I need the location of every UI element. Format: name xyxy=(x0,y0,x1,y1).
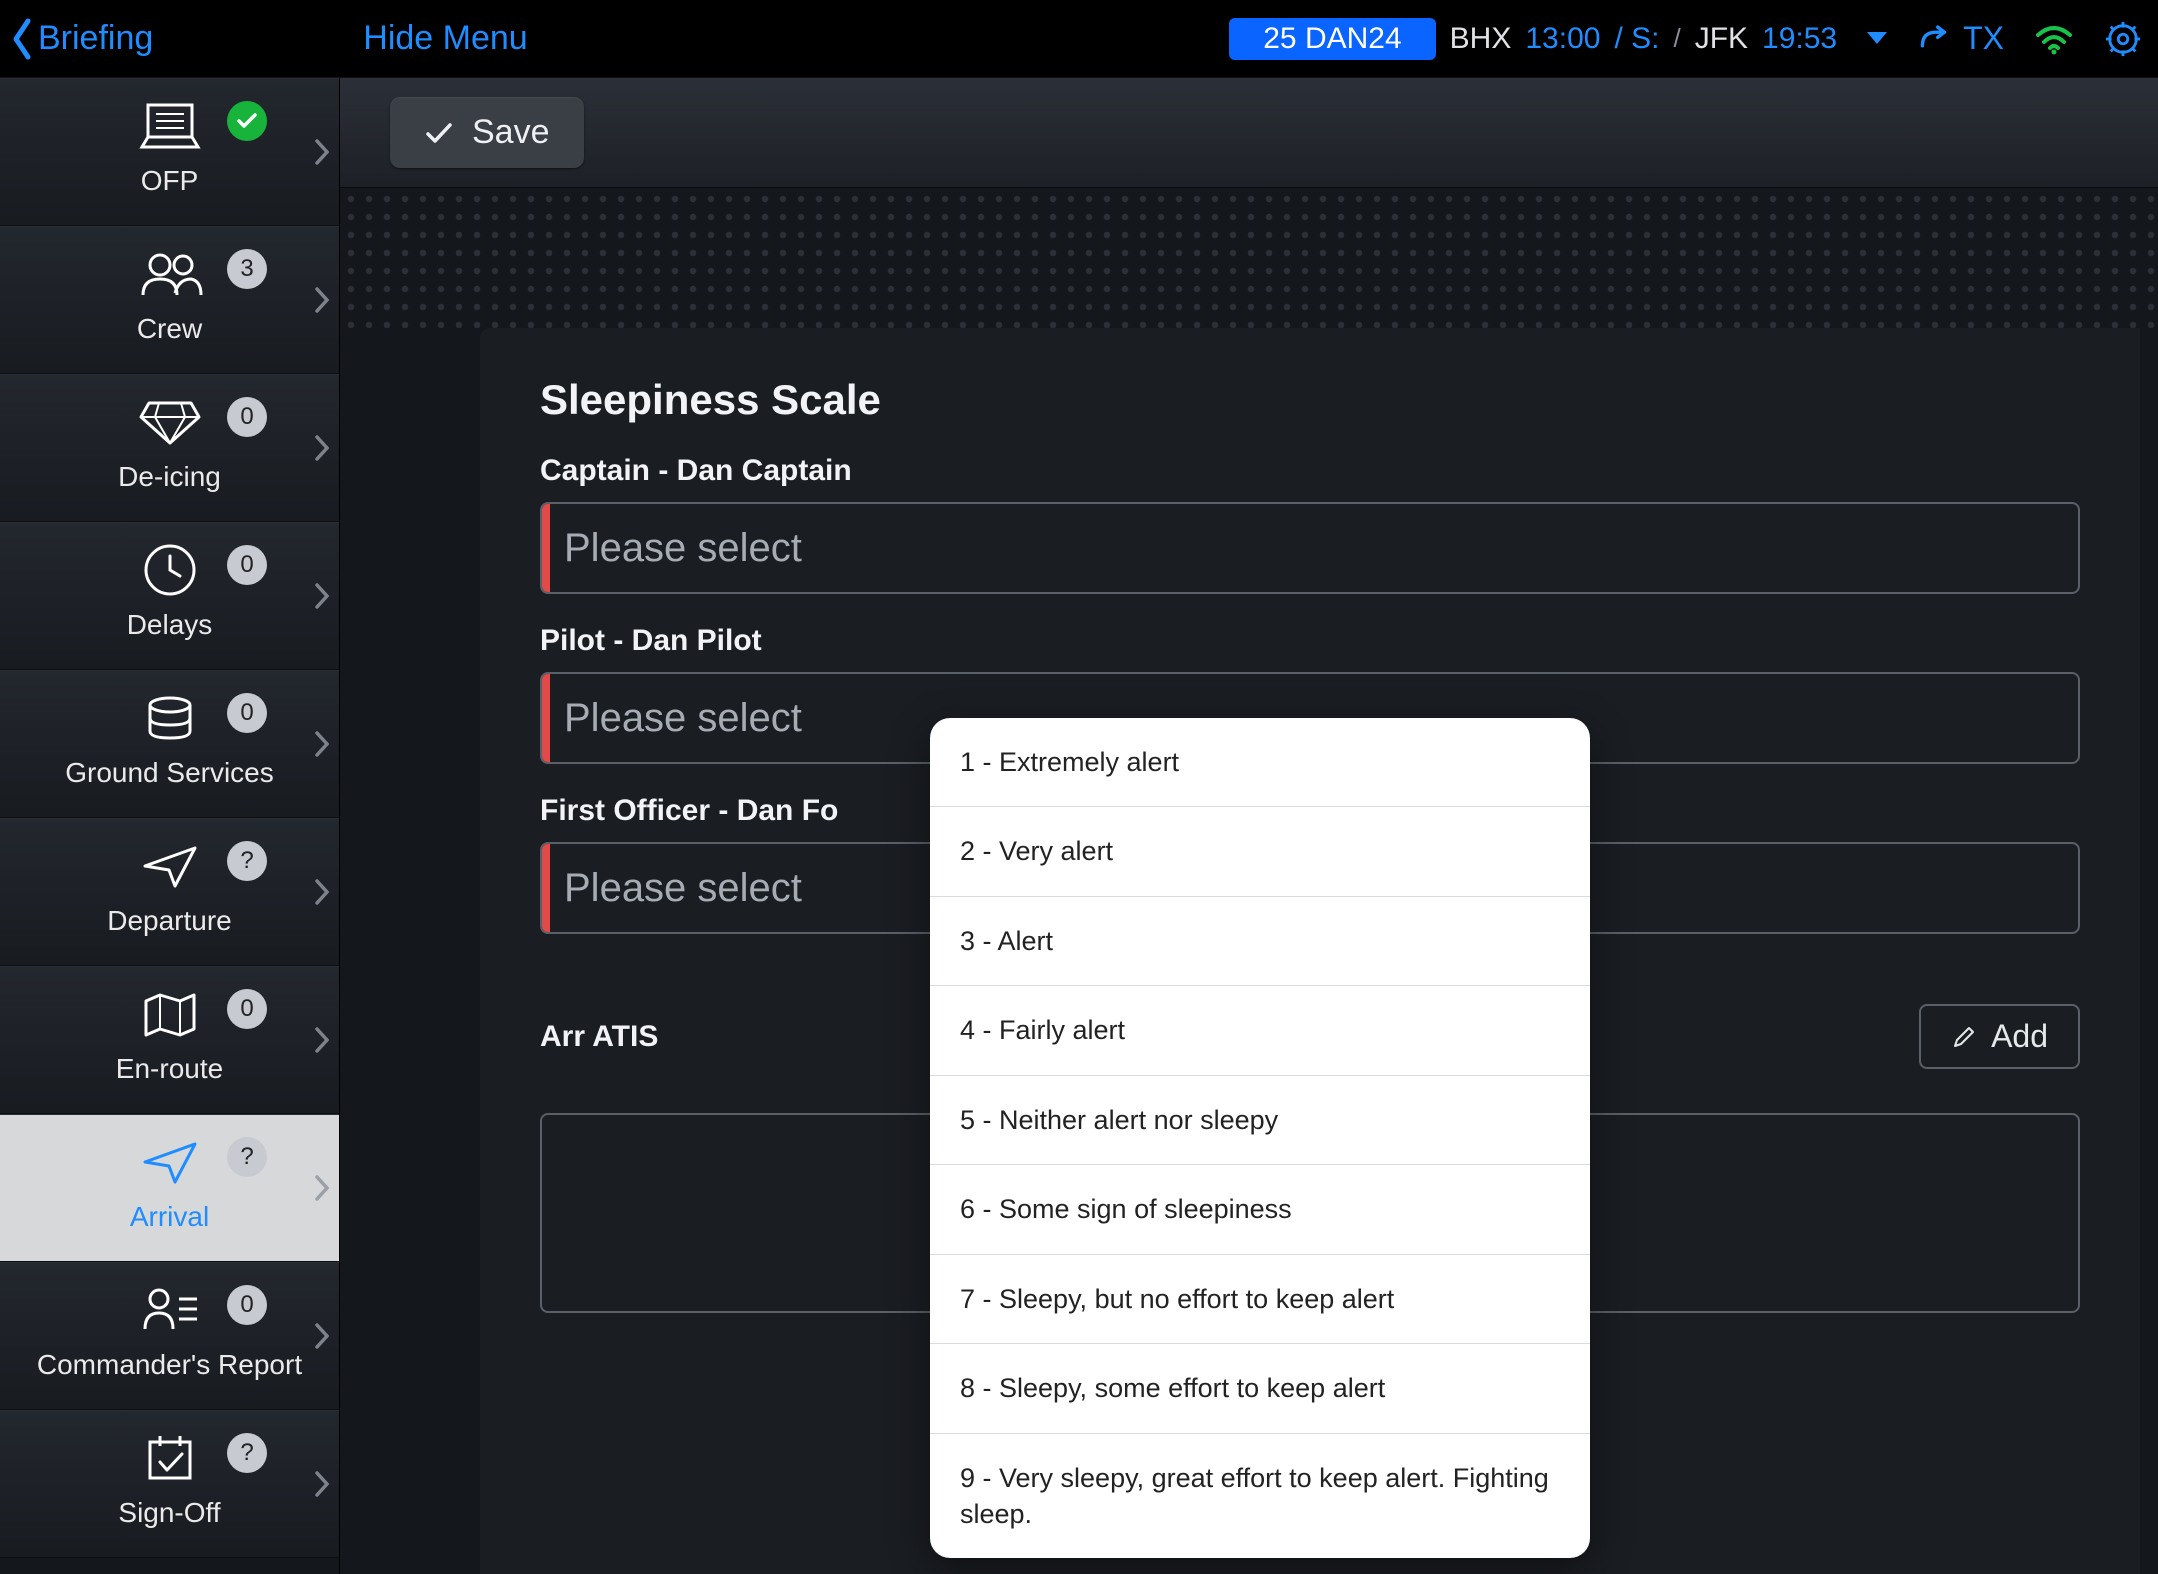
chevron-right-icon xyxy=(313,285,331,315)
decorative-dots xyxy=(340,188,2158,328)
wifi-icon xyxy=(2034,23,2074,55)
count-badge: ? xyxy=(227,841,267,881)
diamond-icon xyxy=(137,393,203,451)
map-icon xyxy=(140,985,200,1043)
dropdown-option[interactable]: 9 - Very sleepy, great effort to keep al… xyxy=(930,1434,1590,1559)
sidebar-item-ground-services[interactable]: Ground Services 0 xyxy=(0,670,339,818)
app-header: Briefing Hide Menu 25 DAN24 BHX 13:00 / … xyxy=(0,0,2158,78)
captain-label: Captain - Dan Captain xyxy=(540,454,2080,488)
hide-menu-button[interactable]: Hide Menu xyxy=(363,19,527,58)
sidebar-item-label: Delays xyxy=(127,609,213,641)
sidebar-item-commanders-report[interactable]: Commander's Report 0 xyxy=(0,1262,339,1410)
sidebar-item-ofp[interactable]: OFP xyxy=(0,78,339,226)
pilot-label: Pilot - Dan Pilot xyxy=(540,624,2080,658)
status-badge xyxy=(227,101,267,141)
chevron-right-icon xyxy=(313,877,331,907)
chevron-right-icon xyxy=(313,137,331,167)
count-badge: 0 xyxy=(227,989,267,1029)
select-value: Please select xyxy=(564,696,802,741)
arr-time: 19:53 xyxy=(1762,22,1837,56)
sleepiness-dropdown: 1 - Extremely alert 2 - Very alert 3 - A… xyxy=(930,718,1590,1558)
chevron-right-icon xyxy=(313,1321,331,1351)
select-value: Please select xyxy=(564,866,802,911)
sidebar-item-label: Commander's Report xyxy=(37,1349,302,1381)
sidebar-item-label: Departure xyxy=(107,905,232,937)
send-icon xyxy=(141,837,199,895)
atis-label: Arr ATIS xyxy=(540,1020,658,1054)
chevron-right-icon xyxy=(313,433,331,463)
save-button[interactable]: Save xyxy=(390,97,584,168)
count-badge: 0 xyxy=(227,693,267,733)
chevron-right-icon xyxy=(313,1173,331,1203)
sidebar-item-label: Arrival xyxy=(130,1201,209,1233)
back-label: Briefing xyxy=(38,19,153,58)
count-badge: 0 xyxy=(227,545,267,585)
dropdown-option[interactable]: 3 - Alert xyxy=(930,897,1590,986)
dropdown-option[interactable]: 1 - Extremely alert xyxy=(930,718,1590,807)
dropdown-option[interactable]: 4 - Fairly alert xyxy=(930,986,1590,1075)
chevron-right-icon xyxy=(313,1025,331,1055)
tx-label: TX xyxy=(1963,20,2004,57)
sidebar-item-arrival[interactable]: Arrival ? xyxy=(0,1114,339,1262)
sidebar-item-delays[interactable]: Delays 0 xyxy=(0,522,339,670)
panel-heading: Sleepiness Scale xyxy=(540,376,2080,424)
dropdown-option[interactable]: 2 - Very alert xyxy=(930,807,1590,896)
report-icon xyxy=(139,1281,201,1339)
dropdown-option[interactable]: 8 - Sleepy, some effort to keep alert xyxy=(930,1344,1590,1433)
dropdown-option[interactable]: 6 - Some sign of sleepiness xyxy=(930,1165,1590,1254)
header-icons: TX xyxy=(1865,20,2142,58)
share-icon xyxy=(1919,24,1953,54)
send-icon xyxy=(141,1133,199,1191)
ofp-icon xyxy=(138,97,202,155)
save-label: Save xyxy=(472,113,550,152)
select-value: Please select xyxy=(564,526,802,571)
tx-button[interactable]: TX xyxy=(1919,20,2004,57)
chevron-right-icon xyxy=(313,581,331,611)
gear-icon[interactable] xyxy=(2104,20,2142,58)
pencil-icon xyxy=(1951,1024,1977,1050)
caret-down-icon[interactable] xyxy=(1865,30,1889,48)
captain-select[interactable]: Please select xyxy=(540,502,2080,594)
add-label: Add xyxy=(1991,1018,2048,1055)
count-badge: 0 xyxy=(227,1285,267,1325)
flight-id-pill[interactable]: 25 DAN24 xyxy=(1229,18,1435,60)
signoff-icon xyxy=(142,1429,198,1487)
check-icon xyxy=(424,120,454,146)
chevron-right-icon xyxy=(313,729,331,759)
back-button[interactable]: Briefing xyxy=(8,17,153,61)
chevron-left-icon xyxy=(8,17,36,61)
dep-airport: BHX xyxy=(1450,22,1512,56)
chevron-right-icon xyxy=(313,1469,331,1499)
toolbar: Save xyxy=(340,78,2158,188)
dropdown-option[interactable]: 5 - Neither alert nor sleepy xyxy=(930,1076,1590,1165)
add-button[interactable]: Add xyxy=(1919,1004,2080,1069)
sidebar-item-label: En-route xyxy=(116,1053,223,1085)
sidebar-item-label: Ground Services xyxy=(65,757,274,789)
sidebar-item-deicing[interactable]: De-icing 0 xyxy=(0,374,339,522)
sidebar: OFP Crew 3 De-icing 0 De xyxy=(0,78,340,1574)
dep-extra: / S: xyxy=(1614,22,1659,56)
crew-icon xyxy=(135,245,205,303)
count-badge: 3 xyxy=(227,249,267,289)
count-badge: 0 xyxy=(227,397,267,437)
count-badge: ? xyxy=(227,1433,267,1473)
sidebar-item-enroute[interactable]: En-route 0 xyxy=(0,966,339,1114)
dropdown-option[interactable]: 7 - Sleepy, but no effort to keep alert xyxy=(930,1255,1590,1344)
count-badge: ? xyxy=(227,1137,267,1177)
sidebar-item-signoff[interactable]: Sign-Off ? xyxy=(0,1410,339,1558)
dep-time: 13:00 xyxy=(1525,22,1600,56)
sidebar-item-departure[interactable]: Departure ? xyxy=(0,818,339,966)
stack-icon xyxy=(142,689,198,747)
sidebar-item-label: Crew xyxy=(137,313,202,345)
separator: / xyxy=(1673,23,1680,54)
sidebar-item-crew[interactable]: Crew 3 xyxy=(0,226,339,374)
check-icon xyxy=(236,112,258,130)
flight-info: 25 DAN24 BHX 13:00 / S: / JFK 19:53 xyxy=(1229,18,1837,60)
arr-airport: JFK xyxy=(1695,22,1748,56)
sidebar-item-label: Sign-Off xyxy=(118,1497,220,1529)
sidebar-item-label: De-icing xyxy=(118,461,221,493)
sidebar-item-label: OFP xyxy=(141,165,199,197)
clock-icon xyxy=(142,541,198,599)
